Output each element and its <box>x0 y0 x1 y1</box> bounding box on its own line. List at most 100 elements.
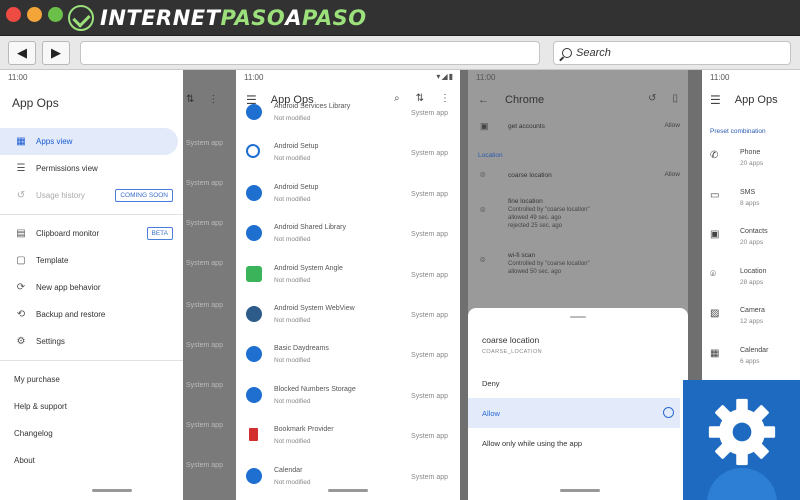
toolbar-icons: ⇅⋮ <box>186 94 233 105</box>
list-item[interactable]: Android System Angle Not modified System… <box>236 256 460 296</box>
preset-row-sms[interactable]: ▭ SMS 8 apps <box>702 181 800 221</box>
chrome-permissions-panel: 11:00 ← Chrome ↺ ▯ ▣ get accounts Allow … <box>468 70 688 500</box>
permission-row-wifi-scan[interactable]: ⌾ wi-fi scan Controlled by "coarse locat… <box>468 245 688 289</box>
drawer-item-template[interactable]: ▢ Template <box>0 247 183 274</box>
drawer-link-about[interactable]: About <box>0 447 183 474</box>
gear-app-icon <box>246 184 262 201</box>
option-label: Allow only while using the app <box>482 438 583 448</box>
checkmark-logo-icon <box>68 5 94 31</box>
app-name: Bookmark Provider <box>274 426 334 434</box>
android-app-icon <box>246 225 262 242</box>
permission-state: Allow <box>664 171 680 178</box>
drawer-item-apps-view[interactable]: ▦ Apps view <box>0 128 178 155</box>
drawer-item-new-app-behavior[interactable]: ⟳ New app behavior <box>0 274 183 301</box>
drawer-item-settings[interactable]: ⚙ Settings <box>0 328 183 355</box>
android-app-icon <box>246 346 262 363</box>
list-item[interactable]: Bookmark Provider Not modified System ap… <box>236 417 460 457</box>
app-tag: System app <box>411 392 448 400</box>
drawer-link-help-support[interactable]: Help & support <box>0 393 183 420</box>
app-status: Not modified <box>274 316 311 324</box>
permission-row-fine-location[interactable]: ⌾ fine location Controlled by "coarse lo… <box>468 191 688 245</box>
app-bar-title: App Ops <box>734 94 778 106</box>
section-header-preset: Preset combination <box>710 128 766 135</box>
document-icon[interactable]: ▯ <box>672 93 678 104</box>
preset-row-calendar[interactable]: ▦ Calendar 6 apps <box>702 339 800 379</box>
location-pin-icon: ⌾ <box>480 170 486 180</box>
back-button[interactable]: ◀ <box>8 41 36 65</box>
preset-row-phone[interactable]: ✆ Phone 20 apps <box>702 141 800 181</box>
history-icon[interactable]: ↺ <box>648 93 656 104</box>
preset-count: 8 apps <box>740 199 760 207</box>
status-time: 11:00 <box>710 73 730 82</box>
sheet-grab-handle[interactable] <box>570 316 586 318</box>
drawer-item-backup-restore[interactable]: ⟲ Backup and restore <box>0 301 183 328</box>
dimmed-tag: System app <box>186 422 223 429</box>
app-tag: System app <box>411 473 448 481</box>
dimmed-tag: System app <box>186 180 223 187</box>
template-icon: ▢ <box>16 255 26 266</box>
list-item[interactable]: Android Setup Not modified System app <box>236 175 460 215</box>
permission-label: wi-fi scan <box>508 252 536 259</box>
app-tag: System app <box>411 150 448 158</box>
permission-history: rejected 25 sec. ago <box>508 223 563 229</box>
preset-row-location[interactable]: ⌾ Location 28 apps <box>702 260 800 300</box>
search-field[interactable]: Search <box>553 41 791 65</box>
sheet-subtitle: COARSE_LOCATION <box>482 349 542 355</box>
drawer-link-changelog[interactable]: Changelog <box>0 420 183 447</box>
option-allow[interactable]: Allow <box>468 398 680 428</box>
list-item[interactable]: Android Shared Library Not modified Syst… <box>236 215 460 255</box>
dimmed-tag: System app <box>186 462 223 469</box>
search-icon <box>562 48 572 58</box>
drawer-item-label: Usage history <box>36 191 85 200</box>
option-label: Deny <box>482 378 500 388</box>
back-arrow-icon[interactable]: ← <box>478 94 489 106</box>
preset-row-camera[interactable]: ▨ Camera 12 apps <box>702 299 800 339</box>
drawer-link-my-purchase[interactable]: My purchase <box>0 366 183 393</box>
permission-state: Allow <box>664 122 680 129</box>
list-item[interactable]: Android System WebView Not modified Syst… <box>236 296 460 336</box>
address-bar[interactable] <box>80 41 540 65</box>
dimmed-tag: System app <box>186 140 223 147</box>
maximize-window-button[interactable] <box>48 7 63 22</box>
app-tag: System app <box>411 190 448 198</box>
drawer-item-label: New app behavior <box>36 283 101 292</box>
drawer-item-clipboard-monitor[interactable]: ▤ Clipboard monitor BETA <box>0 220 183 247</box>
forward-button[interactable]: ▶ <box>42 41 70 65</box>
list-item[interactable]: Android Services Library Not modified Sy… <box>236 94 460 134</box>
app-bar: ← Chrome ↺ ▯ <box>468 84 688 116</box>
android-app-icon <box>246 386 262 403</box>
permission-row-coarse-location[interactable]: ⌾ coarse location Allow <box>468 165 688 191</box>
app-ops-logo-badge <box>683 380 800 500</box>
list-item[interactable]: Blocked Numbers Storage Not modified Sys… <box>236 377 460 417</box>
app-name: Android Shared Library <box>274 224 346 232</box>
app-status: Not modified <box>274 155 311 163</box>
dimmed-tag: System app <box>186 220 223 227</box>
drawer-item-permissions-view[interactable]: ☰ Permissions view <box>0 155 183 182</box>
minimize-window-button[interactable] <box>27 7 42 22</box>
option-allow-while-using[interactable]: Allow only while using the app <box>468 428 680 458</box>
status-bar: 11:00 <box>0 70 183 84</box>
list-icon: ☰ <box>16 163 26 174</box>
app-bar: ☰ App Ops <box>702 84 800 116</box>
app-tag: System app <box>411 110 448 117</box>
drawer-item-label: Backup and restore <box>36 310 106 319</box>
preset-count: 6 apps <box>740 357 760 365</box>
drawer-item-label: Permissions view <box>36 164 98 173</box>
menu-icon[interactable]: ☰ <box>710 93 721 107</box>
dimmed-tag: System app <box>186 260 223 267</box>
list-item[interactable]: Basic Daydreams Not modified System app <box>236 336 460 376</box>
app-tag: System app <box>411 231 448 239</box>
preset-name: Contacts <box>740 228 768 235</box>
list-item[interactable]: Android Setup Not modified System app <box>236 134 460 174</box>
status-bar: 11:00 <box>468 70 688 84</box>
app-name: Android System Angle <box>274 264 343 272</box>
dimmed-tag: System app <box>186 382 223 389</box>
app-name: Basic Daydreams <box>274 345 329 353</box>
app-tag: System app <box>411 352 448 360</box>
permission-row-get-accounts[interactable]: ▣ get accounts Allow <box>468 116 688 142</box>
app-bar-actions: ↺ ▯ <box>648 93 678 104</box>
close-window-button[interactable] <box>6 7 21 22</box>
option-deny[interactable]: Deny <box>468 368 680 398</box>
account-icon: ▣ <box>480 121 489 131</box>
preset-row-contacts[interactable]: ▣ Contacts 20 apps <box>702 220 800 260</box>
